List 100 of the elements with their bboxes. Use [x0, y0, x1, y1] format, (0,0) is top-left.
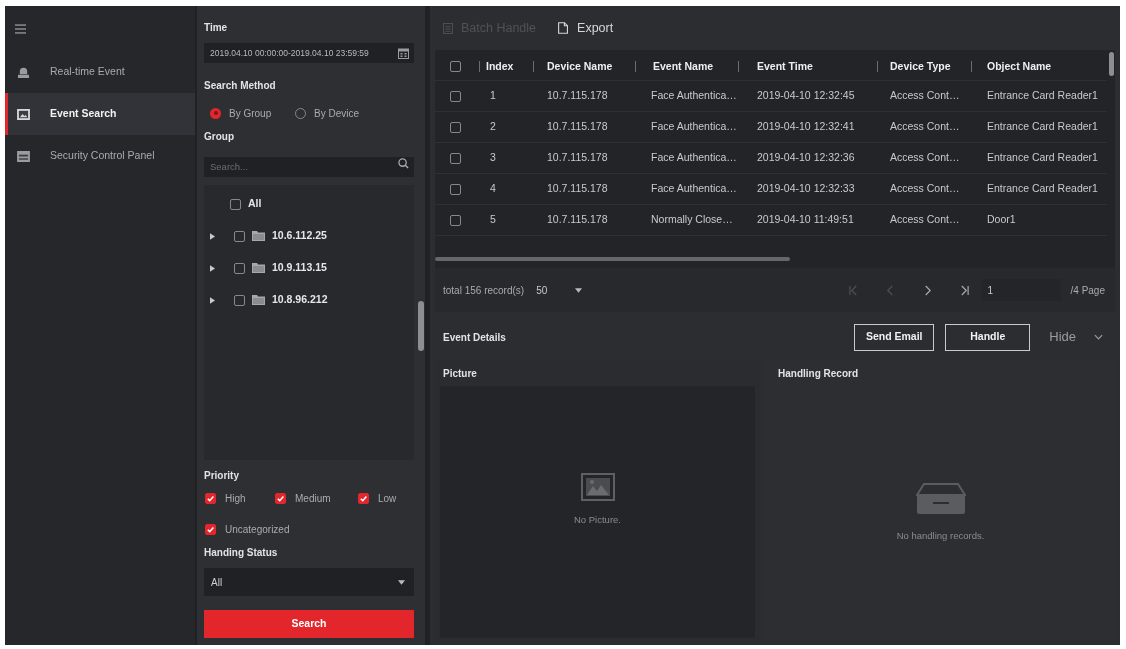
- radio-label: By Device: [314, 106, 359, 121]
- column-header: Device Type: [890, 58, 951, 74]
- table-cell: Normally Close…: [651, 212, 733, 228]
- table-cell: Face Authentica…: [651, 181, 737, 197]
- checkbox-label: Medium: [295, 491, 331, 506]
- checkbox[interactable]: [205, 492, 216, 504]
- list-icon: [443, 22, 453, 34]
- caret-right-icon[interactable]: [210, 232, 215, 240]
- folder-icon: [252, 231, 265, 241]
- column-header: Device Name: [547, 58, 613, 74]
- control-panel-icon: [17, 150, 30, 162]
- checkbox[interactable]: [205, 523, 216, 535]
- image-placeholder-icon: [580, 472, 615, 501]
- sidebar-item[interactable]: Event Search: [5, 93, 195, 135]
- calendar-icon[interactable]: [398, 47, 409, 59]
- chevron-right-icon[interactable]: [922, 284, 932, 296]
- menu-icon[interactable]: [15, 23, 26, 34]
- export-button[interactable]: Export: [558, 18, 614, 38]
- checkbox[interactable]: [450, 121, 461, 133]
- handle-button[interactable]: Handle: [945, 323, 1031, 351]
- search-button[interactable]: Search: [204, 610, 414, 638]
- column-header: Event Name: [653, 58, 714, 74]
- field-label: Group: [204, 130, 235, 144]
- caret-right-icon[interactable]: [210, 264, 215, 272]
- chevron-down-icon: [1094, 334, 1103, 340]
- record-count: total 156 record(s): [443, 283, 525, 298]
- checkbox[interactable]: [450, 183, 461, 195]
- table-cell: 2019-04-10 12:32:33: [757, 181, 855, 197]
- table-cell: Entrance Card Reader1: [987, 88, 1098, 104]
- table-cell: Face Authentica…: [651, 88, 737, 104]
- table-cell: Entrance Card Reader1: [987, 150, 1098, 166]
- folder-icon: [252, 263, 265, 273]
- column-header: Event Time: [757, 58, 813, 74]
- document-icon: [558, 22, 570, 34]
- table-cell: 2019-04-10 12:32:45: [757, 88, 855, 104]
- checkbox-label: High: [225, 491, 246, 506]
- sidebar-item[interactable]: Security Control Panel: [5, 135, 195, 177]
- field-label: Time: [204, 21, 229, 35]
- column-header: Index: [486, 58, 514, 74]
- checkbox[interactable]: [450, 152, 461, 164]
- checkbox[interactable]: [358, 492, 369, 504]
- table-cell: 10.7.115.178: [547, 212, 608, 228]
- table-cell: Access Cont…: [890, 181, 960, 197]
- checkbox[interactable]: [234, 294, 245, 306]
- collapse-handle[interactable]: [418, 300, 424, 351]
- column-header: Object Name: [987, 58, 1052, 74]
- checkbox[interactable]: [230, 198, 241, 210]
- checkbox-label: Uncategorized: [225, 522, 290, 537]
- table-cell: Face Authentica…: [651, 150, 737, 166]
- scrollbar-thumb[interactable]: [1108, 52, 1114, 76]
- sidebar-item[interactable]: Real-time Event: [5, 51, 195, 93]
- radio-button[interactable]: [210, 107, 221, 119]
- radio-label: By Group: [229, 106, 272, 121]
- search-icon[interactable]: [398, 157, 409, 169]
- checkbox-label: Low: [378, 491, 397, 506]
- table-cell: 10.7.115.178: [547, 181, 608, 197]
- table-cell: 10.7.115.178: [547, 88, 608, 104]
- page-input[interactable]: 1: [980, 279, 1061, 301]
- table-cell: Door1: [987, 212, 1016, 228]
- page-count: /4 Page: [1070, 283, 1105, 298]
- alarm-light-icon: [17, 66, 30, 78]
- table-cell: Access Cont…: [890, 88, 960, 104]
- panel-title: Handling Record: [778, 366, 858, 381]
- table-cell: 2019-04-10 12:32:36: [757, 150, 855, 166]
- status-dropdown[interactable]: All: [204, 568, 414, 596]
- field-label: Search Method: [204, 79, 277, 93]
- tree-node-label[interactable]: All: [248, 196, 262, 212]
- checkbox[interactable]: [234, 262, 245, 274]
- tree-node-label[interactable]: 10.8.96.212: [272, 292, 328, 308]
- checkbox[interactable]: [275, 492, 286, 504]
- tree-node-label[interactable]: 10.6.112.25: [272, 228, 327, 244]
- last-page-icon[interactable]: [959, 284, 969, 296]
- caret-right-icon[interactable]: [210, 296, 215, 304]
- caret-down-icon: [575, 287, 583, 293]
- hide-button[interactable]: Hide: [1049, 327, 1103, 347]
- panel-title: Picture: [443, 366, 477, 381]
- table-cell: 4: [490, 181, 496, 197]
- table-cell: Access Cont…: [890, 150, 960, 166]
- checkbox[interactable]: [450, 90, 461, 102]
- field-label: Priority: [204, 469, 240, 483]
- checkbox[interactable]: [234, 230, 245, 242]
- search-field[interactable]: Search...: [204, 156, 414, 177]
- tray-icon: [915, 482, 966, 515]
- table-cell: Entrance Card Reader1: [987, 181, 1098, 197]
- table-cell: Entrance Card Reader1: [987, 119, 1098, 135]
- table-cell: 10.7.115.178: [547, 150, 608, 166]
- folder-icon: [252, 295, 265, 305]
- tree-node-label[interactable]: 10.9.113.15: [272, 260, 327, 276]
- checkbox[interactable]: [450, 61, 461, 72]
- caret-down-icon: [398, 579, 405, 585]
- time-range-field[interactable]: 2019.04.10 00:00:00-2019.04.10 23:59:59: [204, 43, 414, 63]
- table-cell: 3: [490, 150, 496, 166]
- picture-frame-icon: [17, 108, 30, 120]
- send-email-button[interactable]: Send Email: [854, 323, 935, 351]
- section-title: Event Details: [443, 330, 506, 345]
- scrollbar-thumb[interactable]: [435, 257, 790, 261]
- field-label: Handing Status: [204, 546, 279, 560]
- checkbox[interactable]: [450, 214, 461, 226]
- page-size-dropdown[interactable]: 50: [534, 279, 587, 301]
- table-cell: 2019-04-10 12:32:41: [757, 119, 855, 135]
